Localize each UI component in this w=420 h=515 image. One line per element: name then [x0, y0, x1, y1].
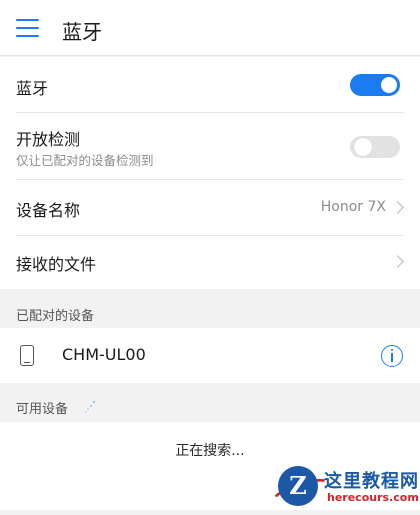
watermark: Z 这里教程网 herecours.com	[267, 464, 420, 515]
discoverable-toggle[interactable]	[350, 136, 400, 158]
paired-device-item[interactable]: CHM-UL00	[0, 328, 420, 383]
page-title: 蓝牙	[62, 20, 102, 44]
discoverable-row[interactable]: 开放检测 仅让已配对的设备检测到	[0, 113, 420, 179]
info-icon[interactable]	[381, 345, 403, 367]
device-name-label: 设备名称	[16, 201, 81, 220]
received-files-row[interactable]: 接收的文件	[0, 236, 420, 289]
bluetooth-row[interactable]: 蓝牙	[0, 57, 420, 113]
chevron-right-icon	[391, 201, 404, 214]
bluetooth-label: 蓝牙	[16, 79, 49, 98]
menu-icon[interactable]	[16, 19, 40, 37]
available-devices-header: 可用设备	[16, 402, 69, 417]
app-bar: 蓝牙	[0, 0, 420, 56]
chevron-right-icon	[391, 255, 404, 268]
bluetooth-toggle[interactable]	[350, 74, 400, 96]
discoverable-label: 开放检测	[16, 130, 81, 149]
device-name-value: Honor 7X	[320, 199, 386, 215]
paired-device-name: CHM-UL00	[62, 345, 146, 364]
discoverable-sublabel: 仅让已配对的设备检测到	[16, 153, 154, 168]
watermark-url: herecours.com	[327, 491, 419, 504]
received-files-label: 接收的文件	[16, 255, 97, 274]
searching-status: 正在搜索...	[175, 443, 245, 459]
watermark-text: 这里教程网	[324, 471, 419, 492]
paired-devices-header: 已配对的设备	[16, 309, 95, 324]
device-name-row[interactable]: 设备名称 Honor 7X	[0, 180, 420, 235]
settings-list: 蓝牙 开放检测 仅让已配对的设备检测到 设备名称 Honor 7X 接收的文件	[0, 57, 420, 289]
watermark-logo: Z	[278, 466, 318, 506]
loading-spinner-icon	[84, 401, 96, 413]
phone-icon	[20, 345, 34, 366]
paired-devices-list: CHM-UL00	[0, 328, 420, 383]
